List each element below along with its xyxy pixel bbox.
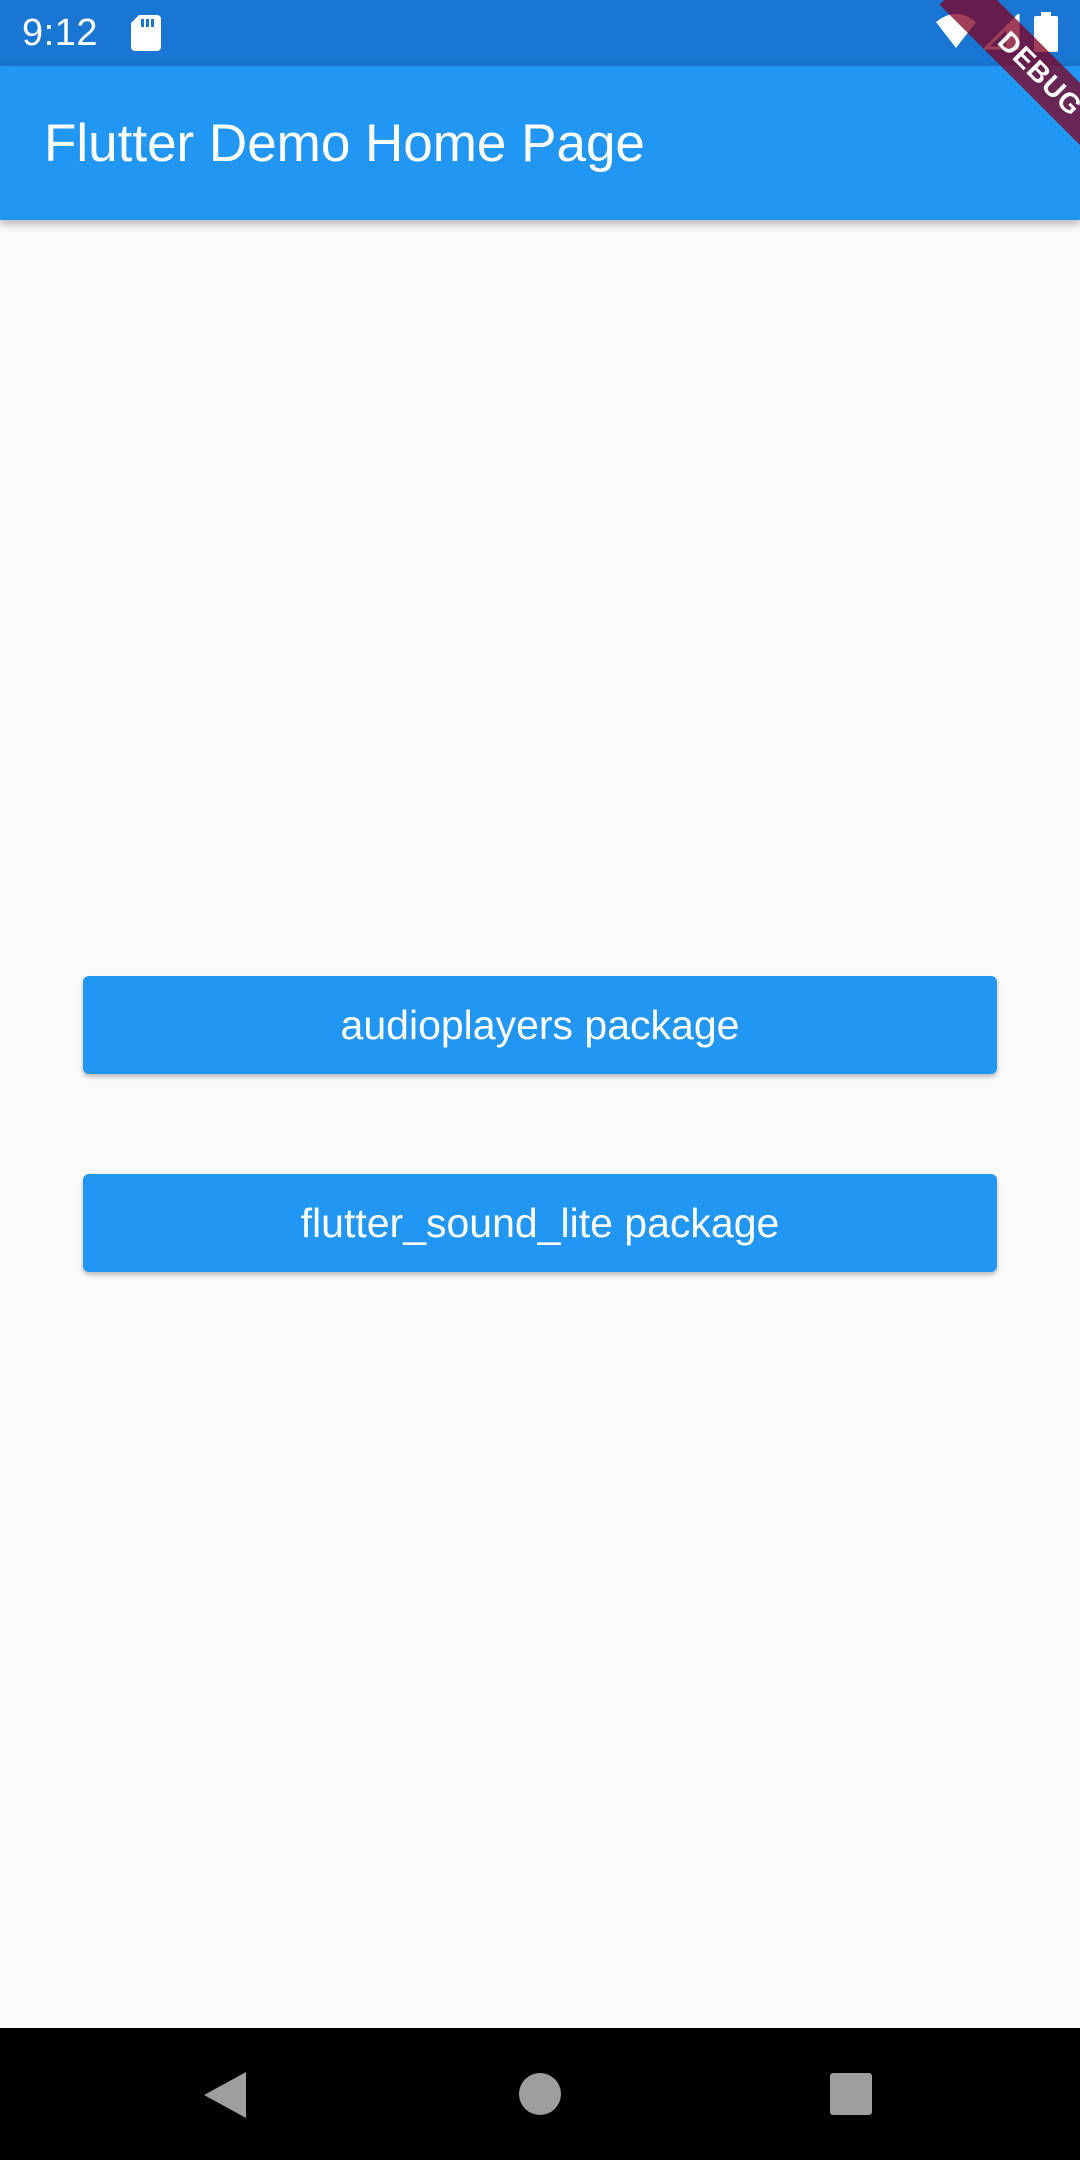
audioplayers-package-button[interactable]: audioplayers package bbox=[83, 976, 997, 1074]
wifi-icon bbox=[936, 14, 976, 50]
page-title: Flutter Demo Home Page bbox=[44, 114, 645, 173]
back-icon[interactable] bbox=[202, 2070, 248, 2120]
status-bar: 9:12 bbox=[0, 0, 1080, 66]
status-time: 9:12 bbox=[22, 12, 98, 54]
recents-icon[interactable] bbox=[829, 2072, 873, 2116]
signal-icon bbox=[982, 12, 1020, 50]
app-screen: 9:12 Flutter Demo Home Page DEBUG audiop… bbox=[0, 0, 1080, 2160]
navigation-bar bbox=[0, 2028, 1080, 2160]
sd-card-icon bbox=[131, 15, 161, 51]
flutter-sound-lite-package-button[interactable]: flutter_sound_lite package bbox=[83, 1174, 997, 1272]
app-bar: Flutter Demo Home Page bbox=[0, 66, 1080, 220]
home-icon[interactable] bbox=[518, 2072, 562, 2116]
battery-icon bbox=[1034, 12, 1058, 52]
